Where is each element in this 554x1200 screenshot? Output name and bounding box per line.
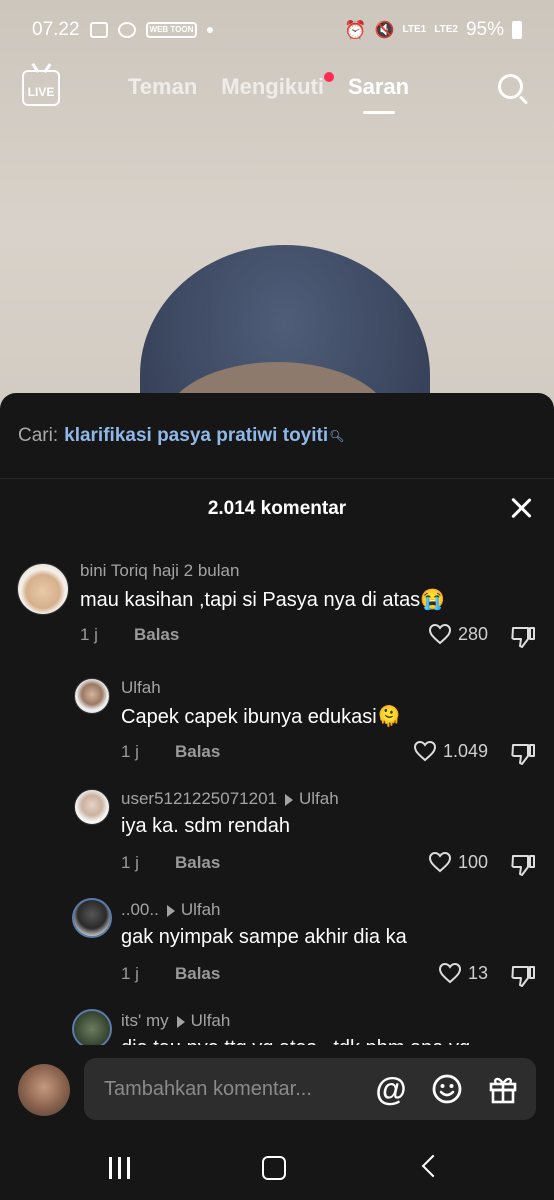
comment-time: 1 j: [121, 853, 139, 872]
recents-icon[interactable]: [109, 1157, 130, 1179]
avatar[interactable]: [72, 898, 112, 938]
comment-reply-item: user5121225071201 Ulfah iya ka. sdm renda…: [0, 781, 554, 891]
close-icon[interactable]: [510, 497, 532, 519]
heart-icon: [413, 740, 436, 762]
like-count: 280: [457, 623, 488, 644]
search-suggestion-prefix: Cari:: [18, 424, 59, 446]
signal-lte2-icon: LTE2: [434, 24, 458, 35]
comment-time: 1 j: [121, 742, 139, 761]
heart-icon: [428, 851, 451, 873]
reply-to-username: Ulfah: [190, 1011, 231, 1030]
home-icon[interactable]: [262, 1156, 286, 1180]
avatar[interactable]: [74, 789, 110, 825]
battery-icon: [512, 21, 522, 39]
comment-reply-item: Ulfah Capek capek ibunya edukasi🫠 1 j Ba…: [0, 670, 554, 780]
comment-meta: 1 j Balas: [121, 742, 220, 762]
like-button[interactable]: 1.049: [413, 740, 488, 762]
top-navigation: LIVE Teman Mengikuti Saran: [0, 62, 554, 122]
chat-notification-icon: [117, 22, 136, 38]
comment-meta: 1 j Balas: [121, 964, 220, 984]
reply-button[interactable]: Balas: [175, 964, 220, 984]
tab-teman-label: Teman: [128, 74, 198, 99]
search-suggestion-term: klarifikasi pasya pratiwi toyiti: [64, 424, 329, 446]
more-notifications-dot-icon: [207, 27, 214, 33]
live-button[interactable]: LIVE: [22, 70, 60, 106]
comment-reply-item: its' myUlfah dia tau nya ttg yg atas.. t…: [0, 1003, 554, 1045]
comment-text: iya ka. sdm rendah: [121, 815, 290, 837]
comment-input-placeholder: Tambahkan komentar...: [104, 1077, 312, 1100]
emoji-icon[interactable]: [428, 1070, 466, 1108]
like-button[interactable]: 13: [438, 962, 488, 984]
search-suggestion[interactable]: Cari: klarifikasi pasya pratiwi toyiti 🔍…: [0, 393, 554, 479]
comment-username[interactable]: its' my Ulfah: [121, 1011, 230, 1031]
like-count: 100: [457, 851, 488, 872]
heart-icon: [438, 962, 461, 984]
comment-username[interactable]: bini Toriq haji 2 bulan: [80, 561, 239, 581]
tab-mengikuti-label: Mengikuti: [221, 74, 324, 99]
tab-mengikuti[interactable]: Mengikuti: [221, 72, 334, 100]
status-bar: 07.22 WEB TOON ⏰ 🔇 LTE1 LTE2 95%: [0, 0, 554, 60]
comment-item: bini Toriq haji 2 bulan mau kasihan ,tap…: [0, 553, 554, 663]
reply-button[interactable]: Balas: [134, 625, 179, 645]
comment-text: mau kasihan ,tapi si Pasya nya di atas😭: [80, 589, 446, 611]
webtoon-notification-icon: WEB TOON: [145, 22, 198, 38]
gallery-notification-icon: [89, 22, 108, 38]
mention-icon[interactable]: @: [372, 1070, 410, 1108]
tab-saran-label: Saran: [347, 74, 410, 99]
back-icon[interactable]: [421, 1154, 445, 1178]
search-button[interactable]: [496, 72, 530, 106]
comment-meta: 1 j Balas: [80, 625, 179, 645]
comment-reply-item: ..00.. Ulfah gak nyimpak sampe akhir dia …: [0, 892, 554, 1002]
status-time: 07.22: [32, 19, 80, 40]
reply-button[interactable]: Balas: [175, 742, 220, 762]
tab-teman[interactable]: Teman: [128, 74, 197, 100]
like-count: 1.049: [442, 740, 488, 761]
feed-tabs: Teman Mengikuti Saran: [128, 72, 409, 100]
dislike-icon[interactable]: [510, 964, 536, 988]
like-button[interactable]: 280: [428, 623, 488, 645]
dislike-icon[interactable]: [510, 853, 536, 877]
comment-time: 1 j: [80, 625, 98, 644]
mute-icon: 🔇: [374, 22, 395, 39]
reply-arrow-icon: [176, 1015, 185, 1028]
avatar[interactable]: [72, 1009, 112, 1045]
comments-list[interactable]: bini Toriq haji 2 bulan mau kasihan ,tap…: [0, 553, 554, 1045]
comments-count-title: 2.014 komentar: [207, 498, 347, 519]
avatar[interactable]: [74, 678, 110, 714]
comments-header: 2.014 komentar: [0, 479, 554, 539]
comment-text: dia tau nya ttg yg atas.. tdk phm apa yg: [121, 1037, 470, 1045]
search-small-icon: 🔍︎: [329, 428, 345, 443]
current-user-avatar[interactable]: [18, 1064, 70, 1116]
system-navigation-bar: [0, 1135, 554, 1200]
reply-button[interactable]: Balas: [175, 853, 220, 873]
comment-username[interactable]: user5121225071201 Ulfah: [121, 789, 339, 809]
dislike-icon[interactable]: [510, 742, 536, 766]
comment-username[interactable]: Ulfah: [121, 678, 161, 698]
live-label: LIVE: [27, 85, 55, 99]
dislike-icon[interactable]: [510, 625, 536, 649]
like-button[interactable]: 100: [428, 851, 488, 873]
heart-icon: [428, 623, 451, 645]
comment-meta: 1 j Balas: [121, 853, 220, 873]
alarm-icon: ⏰: [344, 19, 367, 40]
reply-to-username: Ulfah: [298, 789, 339, 808]
comment-text: Capek capek ibunya edukasi🫠: [121, 706, 402, 728]
avatar[interactable]: [17, 563, 69, 615]
wifi-lte1-icon: LTE1: [402, 24, 427, 35]
battery-percentage: 95%: [465, 19, 504, 40]
comment-time: 1 j: [121, 964, 139, 983]
reply-arrow-icon: [284, 793, 293, 806]
tab-saran[interactable]: Saran: [348, 74, 409, 100]
comment-input-row: Tambahkan komentar... @: [0, 1050, 554, 1130]
like-count: 13: [467, 962, 488, 983]
comment-input[interactable]: Tambahkan komentar... @: [84, 1058, 536, 1120]
comment-username[interactable]: ..00.. Ulfah: [121, 900, 221, 920]
gift-icon[interactable]: [484, 1070, 522, 1108]
notification-dot: [323, 72, 334, 82]
reply-to-username: Ulfah: [180, 900, 221, 919]
search-icon: [498, 74, 523, 99]
comment-text: gak nyimpak sampe akhir dia ka: [121, 926, 407, 948]
reply-arrow-icon: [166, 904, 175, 917]
